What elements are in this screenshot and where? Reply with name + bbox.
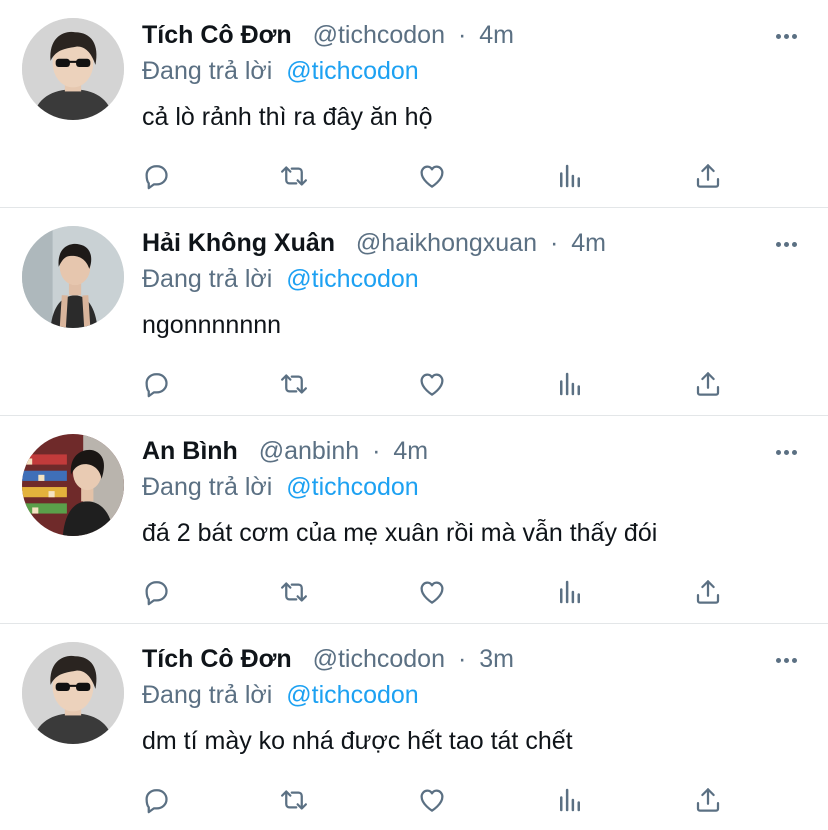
avatar-sunglasses[interactable] [22, 18, 124, 120]
timestamp[interactable]: 4m [479, 21, 514, 49]
tweet-header: Tích Cô Đơn @tichcodon · 4m [142, 18, 758, 52]
tweet-actions [138, 782, 738, 818]
display-name[interactable]: Hải Không Xuân [142, 229, 335, 257]
reply-icon[interactable] [138, 782, 174, 818]
like-icon[interactable] [414, 574, 450, 610]
tweet-header: An Bình @anbinh · 4m [142, 434, 758, 468]
analytics-icon[interactable] [552, 366, 588, 402]
replying-to-label: Đang trả lời [142, 473, 273, 501]
display-name[interactable]: An Bình [142, 437, 238, 465]
retweet-icon[interactable] [276, 574, 312, 610]
tweet[interactable]: An Bình @anbinh · 4m Đang trả lời @tichc… [0, 416, 828, 624]
user-handle[interactable]: @tichcodon [313, 645, 445, 673]
replying-to: Đang trả lời @tichcodon [142, 470, 419, 504]
tweet-text: dm tí mày ko nhá được hết tao tát chết [142, 727, 573, 755]
share-icon[interactable] [690, 158, 726, 194]
like-icon[interactable] [414, 782, 450, 818]
tweet-header: Hải Không Xuân @haikhongxuan · 4m [142, 226, 758, 260]
retweet-icon[interactable] [276, 782, 312, 818]
separator-dot: · [549, 229, 559, 257]
more-options-icon[interactable] [772, 438, 800, 466]
more-options-icon[interactable] [772, 230, 800, 258]
avatar-store[interactable] [22, 434, 124, 536]
user-handle[interactable]: @tichcodon [313, 21, 445, 49]
tweet-text: cả lò rảnh thì ra đây ăn hộ [142, 103, 433, 131]
display-name[interactable]: Tích Cô Đơn [142, 645, 292, 673]
share-icon[interactable] [690, 366, 726, 402]
more-options-icon[interactable] [772, 646, 800, 674]
avatar-sunglasses[interactable] [22, 642, 124, 744]
analytics-icon[interactable] [552, 574, 588, 610]
replying-to-label: Đang trả lời [142, 265, 273, 293]
reply-icon[interactable] [138, 574, 174, 610]
avatar-tanktop[interactable] [22, 226, 124, 328]
like-icon[interactable] [414, 366, 450, 402]
user-handle[interactable]: @haikhongxuan [356, 229, 537, 257]
replying-to-label: Đang trả lời [142, 57, 273, 85]
tweet[interactable]: Tích Cô Đơn @tichcodon · 3m Đang trả lời… [0, 624, 828, 830]
tweet-actions [138, 574, 738, 610]
tweet-header: Tích Cô Đơn @tichcodon · 3m [142, 642, 758, 676]
tweet-actions [138, 158, 738, 194]
reply-icon[interactable] [138, 366, 174, 402]
separator-dot: · [372, 437, 381, 465]
more-options-icon[interactable] [772, 22, 800, 50]
tweet-actions [138, 366, 738, 402]
retweet-icon[interactable] [276, 366, 312, 402]
reply-icon[interactable] [138, 158, 174, 194]
separator-dot: · [457, 645, 467, 673]
separator-dot: · [457, 21, 467, 49]
analytics-icon[interactable] [552, 158, 588, 194]
replying-to: Đang trả lời @tichcodon [142, 262, 419, 296]
timestamp[interactable]: 4m [393, 437, 428, 465]
like-icon[interactable] [414, 158, 450, 194]
user-handle[interactable]: @anbinh [259, 437, 359, 465]
tweet-text: đá 2 bát cơm của mẹ xuân rồi mà vẫn thấy… [142, 519, 658, 547]
replying-to: Đang trả lời @tichcodon [142, 54, 419, 88]
tweet-feed: Tích Cô Đơn @tichcodon · 4m Đang trả lời… [0, 0, 828, 830]
mention-link[interactable]: @tichcodon [286, 681, 418, 709]
timestamp[interactable]: 3m [479, 645, 514, 673]
analytics-icon[interactable] [552, 782, 588, 818]
share-icon[interactable] [690, 782, 726, 818]
retweet-icon[interactable] [276, 158, 312, 194]
mention-link[interactable]: @tichcodon [286, 473, 418, 501]
replying-to-label: Đang trả lời [142, 681, 273, 709]
replying-to: Đang trả lời @tichcodon [142, 678, 419, 712]
timestamp[interactable]: 4m [571, 229, 606, 257]
tweet[interactable]: Hải Không Xuân @haikhongxuan · 4m Đang t… [0, 208, 828, 416]
tweet-text: ngonnnnnnn [142, 311, 282, 339]
share-icon[interactable] [690, 574, 726, 610]
tweet[interactable]: Tích Cô Đơn @tichcodon · 4m Đang trả lời… [0, 0, 828, 208]
mention-link[interactable]: @tichcodon [286, 265, 418, 293]
mention-link[interactable]: @tichcodon [286, 57, 418, 85]
display-name[interactable]: Tích Cô Đơn [142, 21, 292, 49]
